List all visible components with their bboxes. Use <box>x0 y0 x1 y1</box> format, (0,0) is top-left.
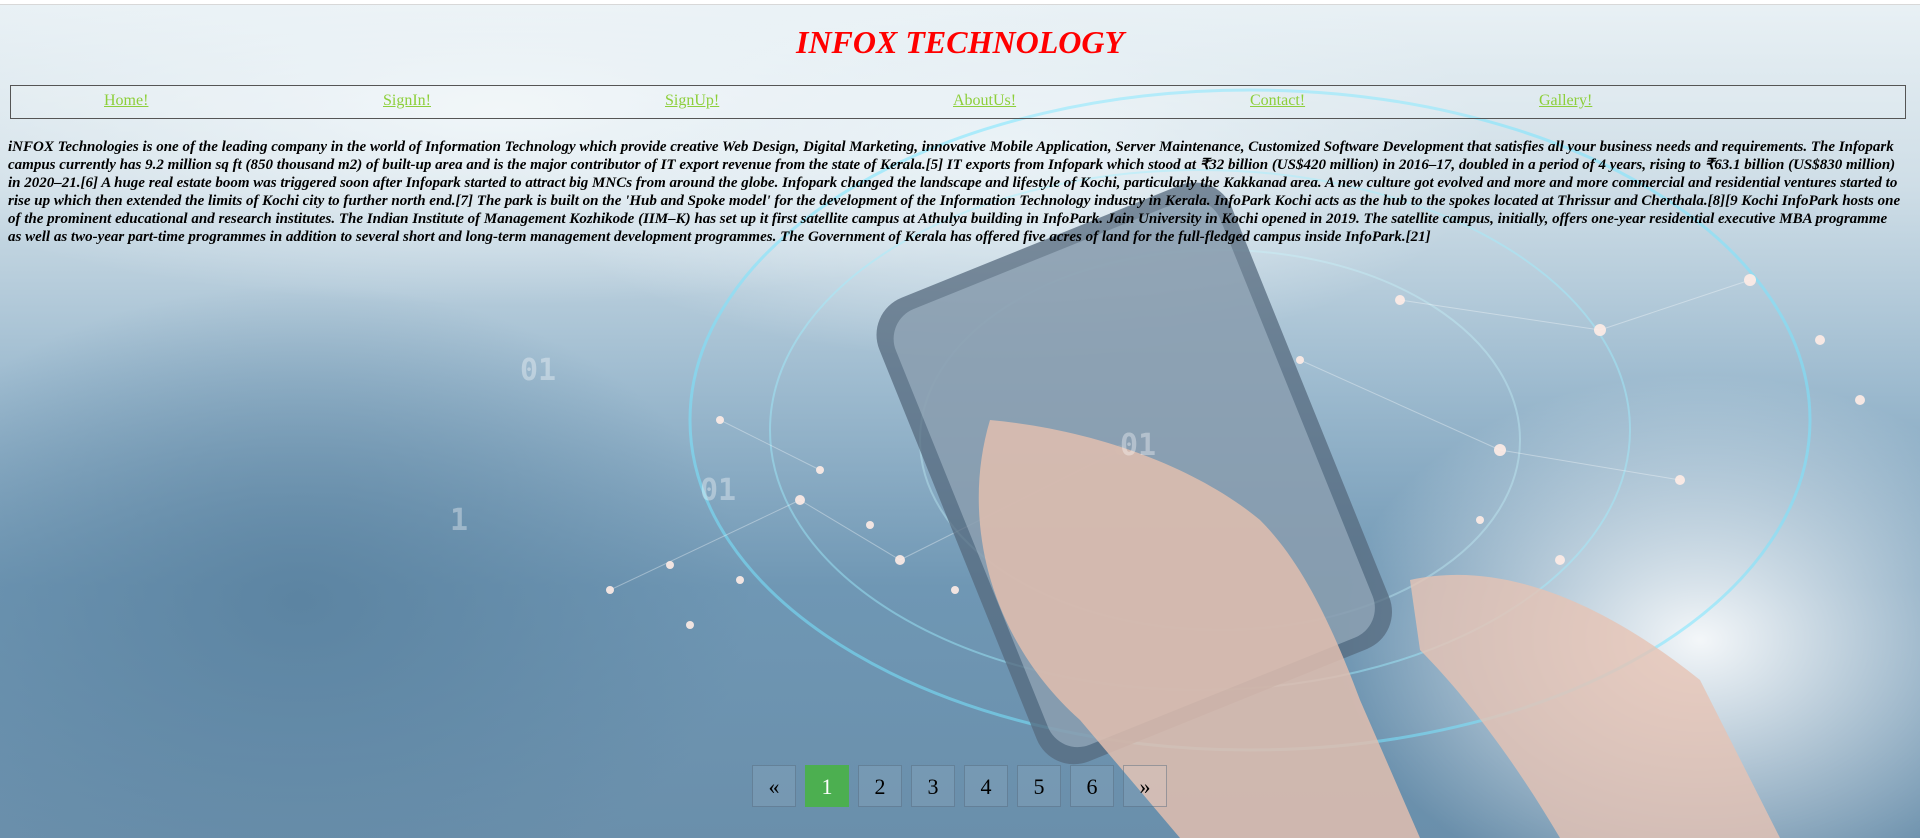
top-border <box>0 0 1920 5</box>
about-paragraph: iNFOX Technologies is one of the leading… <box>8 139 1901 245</box>
nav-link-contact[interactable]: Contact! <box>1250 92 1305 110</box>
background-image: 01 01 01 1 <box>0 0 1920 838</box>
nav-link-signup[interactable]: SignUp! <box>665 92 719 110</box>
pagination-page-3[interactable]: 3 <box>911 765 955 807</box>
svg-text:01: 01 <box>520 353 556 388</box>
site-title: INFOX TECHNOLOGY <box>795 24 1124 60</box>
main-nav: Home! SignIn! SignUp! AboutUs! Contact! … <box>10 85 1906 119</box>
pagination-page-2[interactable]: 2 <box>858 765 902 807</box>
network-illustration: 01 01 01 1 <box>450 88 1865 838</box>
nav-link-signin[interactable]: SignIn! <box>383 92 431 110</box>
pagination-next[interactable]: » <box>1123 765 1167 807</box>
svg-text:01: 01 <box>1120 428 1156 463</box>
svg-text:1: 1 <box>450 503 468 538</box>
nav-link-home[interactable]: Home! <box>104 92 148 110</box>
pagination-page-1[interactable]: 1 <box>805 765 849 807</box>
pagination-page-6[interactable]: 6 <box>1070 765 1114 807</box>
svg-text:01: 01 <box>700 473 736 508</box>
pagination-page-4[interactable]: 4 <box>964 765 1008 807</box>
nav-link-aboutus[interactable]: AboutUs! <box>953 92 1016 110</box>
nav-link-gallery[interactable]: Gallery! <box>1539 92 1592 110</box>
pagination: « 1 2 3 4 5 6 » <box>752 765 1176 809</box>
pagination-page-5[interactable]: 5 <box>1017 765 1061 807</box>
pagination-prev[interactable]: « <box>752 765 796 807</box>
